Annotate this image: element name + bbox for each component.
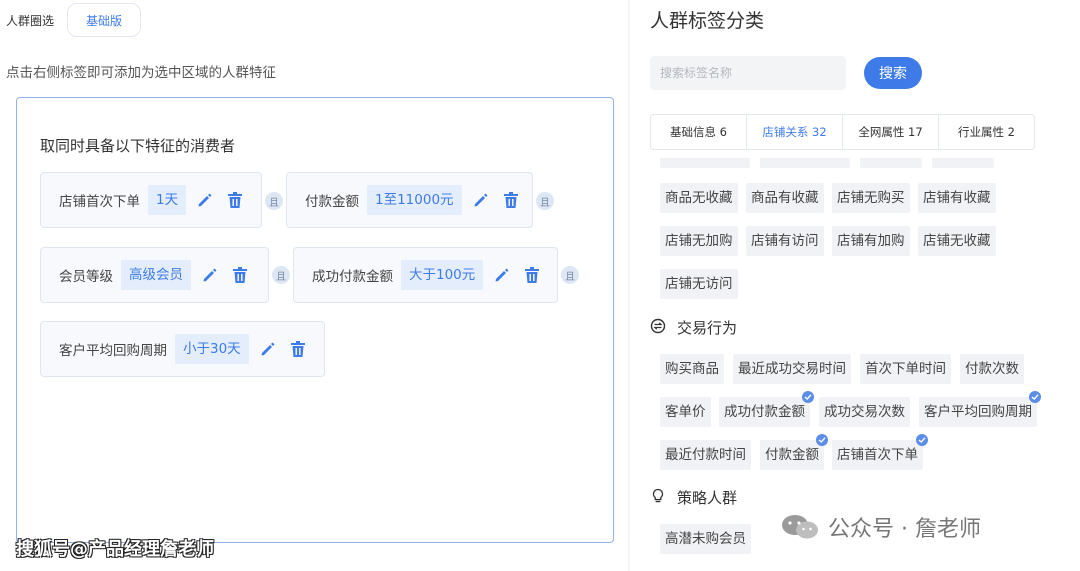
condition-value[interactable]: 小于30天: [175, 334, 249, 364]
pencil-icon[interactable]: [194, 189, 216, 211]
pencil-icon[interactable]: [470, 189, 492, 211]
pencil-icon[interactable]: [257, 338, 279, 360]
tab-industry-attributes[interactable]: 行业属性 2: [939, 115, 1034, 149]
tag-item[interactable]: 首次下单时间: [860, 354, 951, 384]
tag-partial[interactable]: [760, 158, 850, 168]
exchange-icon: [650, 318, 666, 334]
lightbulb-icon: [650, 488, 666, 504]
tab-store-relation[interactable]: 店铺关系 32: [747, 115, 843, 149]
tag-item[interactable]: 店铺有收藏: [918, 183, 996, 213]
condition-label: 店铺首次下单: [59, 194, 140, 210]
tab-network-attributes[interactable]: 全网属性 17: [843, 115, 939, 149]
tag-partial[interactable]: [860, 158, 922, 168]
condition-value[interactable]: 1至11000元: [367, 185, 462, 215]
tab-basic-info[interactable]: 基础信息 6: [651, 115, 747, 149]
tag-partial[interactable]: [660, 158, 750, 168]
selected-check-icon: [802, 391, 814, 403]
pane-divider: [628, 0, 630, 571]
tag-item[interactable]: 付款次数: [960, 354, 1024, 384]
tag-partial[interactable]: [932, 158, 994, 168]
wechat-logo-icon: [780, 512, 820, 542]
condition-card[interactable]: 客户平均回购周期 小于30天: [40, 321, 325, 377]
strategy-section-title: 策略人群: [677, 489, 738, 507]
condition-label: 付款金额: [305, 194, 359, 210]
crowd-builder-pane: 人群圈选 基础版 点击右侧标签即可添加为选中区域的人群特征 取同时具备以下特征的…: [0, 0, 628, 571]
tag-item[interactable]: 商品有收藏: [746, 183, 824, 213]
tag-item[interactable]: 最近付款时间: [660, 440, 751, 470]
tag-item[interactable]: 高潜未购会员: [660, 524, 751, 554]
watermark-text: 公众号 · 詹老师: [828, 517, 981, 542]
and-connector: 且: [561, 266, 579, 284]
and-connector: 且: [536, 192, 554, 210]
condition-card[interactable]: 会员等级 高级会员: [40, 247, 269, 303]
condition-label: 客户平均回购周期: [59, 343, 167, 359]
category-tabs: 基础信息 6 店铺关系 32 全网属性 17 行业属性 2: [650, 114, 1035, 150]
tag-item[interactable]: 店铺有加购: [832, 226, 910, 256]
and-connector: 且: [265, 192, 283, 210]
selected-area[interactable]: [16, 97, 614, 543]
pencil-icon[interactable]: [199, 264, 221, 286]
basic-version-button[interactable]: 基础版: [67, 3, 141, 37]
tag-item[interactable]: 最近成功交易时间: [733, 354, 851, 384]
tag-search-input[interactable]: [650, 56, 846, 90]
selected-check-icon: [1029, 391, 1041, 403]
trash-icon[interactable]: [229, 264, 251, 286]
tag-item[interactable]: 客户平均回购周期: [919, 397, 1037, 427]
watermark-wechat: 公众号 · 詹老师: [780, 511, 981, 543]
condition-value[interactable]: 高级会员: [121, 260, 191, 290]
pencil-icon[interactable]: [491, 264, 513, 286]
tag-item[interactable]: 店铺无收藏: [918, 226, 996, 256]
trash-icon[interactable]: [521, 264, 543, 286]
tag-item[interactable]: 商品无收藏: [660, 183, 738, 213]
watermark-sohu: 搜狐号@产品经理詹老师: [16, 539, 214, 560]
search-button[interactable]: 搜索: [864, 57, 922, 89]
selected-check-icon: [816, 434, 828, 446]
tag-category-title: 人群标签分类: [650, 10, 765, 32]
tag-item[interactable]: 店铺首次下单: [832, 440, 923, 470]
condition-label: 成功付款金额: [312, 269, 393, 285]
tag-item[interactable]: 付款金额: [760, 440, 824, 470]
condition-card[interactable]: 店铺首次下单 1天: [40, 172, 262, 228]
trade-section-title: 交易行为: [677, 319, 738, 337]
selected-check-icon: [916, 434, 928, 446]
and-connector: 且: [272, 266, 290, 284]
tag-item[interactable]: 店铺无访问: [660, 269, 738, 299]
tag-item[interactable]: 店铺有访问: [746, 226, 824, 256]
tag-item[interactable]: 购买商品: [660, 354, 724, 384]
trash-icon[interactable]: [287, 338, 309, 360]
crowd-filter-label: 人群圈选: [6, 14, 55, 28]
tag-item[interactable]: 店铺无购买: [832, 183, 910, 213]
condition-card[interactable]: 成功付款金额 大于100元: [293, 247, 558, 303]
trash-icon[interactable]: [500, 189, 522, 211]
condition-value[interactable]: 大于100元: [401, 260, 484, 290]
condition-value[interactable]: 1天: [148, 185, 187, 215]
tag-item[interactable]: 店铺无加购: [660, 226, 738, 256]
trash-icon[interactable]: [224, 189, 246, 211]
condition-label: 会员等级: [59, 269, 113, 285]
condition-card[interactable]: 付款金额 1至11000元: [286, 172, 533, 228]
tag-item[interactable]: 成功付款金额: [719, 397, 810, 427]
tag-item[interactable]: 成功交易次数: [819, 397, 910, 427]
tag-item[interactable]: 客单价: [660, 397, 711, 427]
hint-text: 点击右侧标签即可添加为选中区域的人群特征: [6, 65, 276, 81]
selected-area-title: 取同时具备以下特征的消费者: [40, 137, 236, 155]
